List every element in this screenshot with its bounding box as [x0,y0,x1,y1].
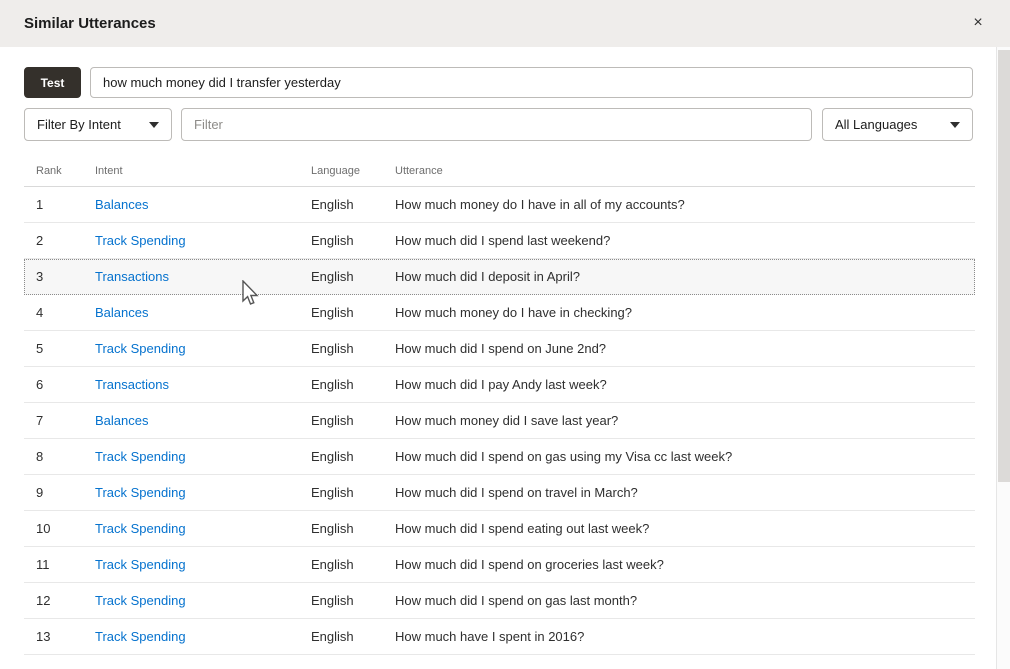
utterance-cell: How much did I spend last weekend? [395,233,610,248]
language-cell: English [311,233,354,248]
table-row[interactable]: 6 Transactions English How much did I pa… [24,367,975,403]
filter-input[interactable] [181,108,812,141]
utterance-cell: How much money do I have in checking? [395,305,632,320]
table-row[interactable]: 4 Balances English How much money do I h… [24,295,975,331]
language-cell: English [311,413,354,428]
close-icon[interactable]: × [968,13,988,33]
filter-by-intent-label: Filter By Intent [37,117,121,132]
intent-link[interactable]: Track Spending [95,593,186,608]
language-dropdown[interactable]: All Languages [822,108,973,141]
rank-cell: 1 [36,197,43,212]
utterance-cell: How much have I spent in 2016? [395,629,584,644]
intent-link[interactable]: Track Spending [95,557,186,572]
utterance-cell: How much did I spend on gas last month? [395,593,637,608]
language-cell: English [311,377,354,392]
filter-by-intent-dropdown[interactable]: Filter By Intent [24,108,172,141]
rank-cell: 7 [36,413,43,428]
utterance-cell: How much did I spend on June 2nd? [395,341,606,356]
table-row[interactable]: 1 Balances English How much money do I h… [24,187,975,223]
table-body: 1 Balances English How much money do I h… [24,187,975,655]
rank-cell: 11 [36,557,50,572]
utterance-cell: How much did I spend eating out last wee… [395,521,649,536]
table-row[interactable]: 9 Track Spending English How much did I … [24,475,975,511]
table-row[interactable]: 12 Track Spending English How much did I… [24,583,975,619]
utterance-cell: How much did I spend on travel in March? [395,485,638,500]
table-row[interactable]: 8 Track Spending English How much did I … [24,439,975,475]
utterance-cell: How much did I deposit in April? [395,269,580,284]
rank-cell: 6 [36,377,43,392]
column-header-rank: Rank [36,165,62,177]
language-cell: English [311,197,354,212]
rank-cell: 13 [36,629,50,644]
table-row[interactable]: 2 Track Spending English How much did I … [24,223,975,259]
language-dropdown-label: All Languages [835,117,917,132]
chevron-down-icon [950,122,960,128]
table-row[interactable]: 13 Track Spending English How much have … [24,619,975,655]
test-button[interactable]: Test [24,67,81,98]
language-cell: English [311,557,354,572]
dialog-header: Similar Utterances [0,0,1010,47]
intent-link[interactable]: Track Spending [95,485,186,500]
intent-link[interactable]: Track Spending [95,449,186,464]
table-row[interactable]: 7 Balances English How much money did I … [24,403,975,439]
intent-link[interactable]: Transactions [95,269,169,284]
test-utterance-input[interactable] [90,67,973,98]
rank-cell: 3 [36,269,43,284]
utterance-cell: How much did I spend on gas using my Vis… [395,449,732,464]
similar-utterances-table: Rank Intent Language Utterance 1 Balance… [24,157,975,655]
utterance-cell: How much money did I save last year? [395,413,618,428]
rank-cell: 2 [36,233,43,248]
intent-link[interactable]: Balances [95,305,148,320]
language-cell: English [311,629,354,644]
rank-cell: 4 [36,305,43,320]
intent-link[interactable]: Track Spending [95,233,186,248]
intent-link[interactable]: Transactions [95,377,169,392]
language-cell: English [311,521,354,536]
column-header-language: Language [311,165,360,177]
intent-link[interactable]: Track Spending [95,629,186,644]
language-cell: English [311,449,354,464]
vertical-scrollbar-thumb[interactable] [998,50,1010,482]
column-header-intent: Intent [95,165,123,177]
table-row[interactable]: 3 Transactions English How much did I de… [24,259,975,295]
utterance-cell: How much did I pay Andy last week? [395,377,607,392]
vertical-scrollbar-track[interactable] [996,47,1010,669]
dialog-title: Similar Utterances [24,15,156,32]
rank-cell: 9 [36,485,43,500]
intent-link[interactable]: Balances [95,413,148,428]
language-cell: English [311,341,354,356]
chevron-down-icon [149,122,159,128]
rank-cell: 10 [36,521,50,536]
utterance-cell: How much did I spend on groceries last w… [395,557,664,572]
table-row[interactable]: 10 Track Spending English How much did I… [24,511,975,547]
rank-cell: 8 [36,449,43,464]
column-header-utterance: Utterance [395,165,443,177]
table-row[interactable]: 5 Track Spending English How much did I … [24,331,975,367]
similar-utterances-dialog: { "dialog": { "title": "Similar Utteranc… [0,0,1010,669]
language-cell: English [311,305,354,320]
intent-link[interactable]: Track Spending [95,341,186,356]
table-header-row: Rank Intent Language Utterance [24,157,975,187]
language-cell: English [311,485,354,500]
rank-cell: 12 [36,593,50,608]
language-cell: English [311,269,354,284]
language-cell: English [311,593,354,608]
rank-cell: 5 [36,341,43,356]
table-row[interactable]: 11 Track Spending English How much did I… [24,547,975,583]
utterance-cell: How much money do I have in all of my ac… [395,197,685,212]
intent-link[interactable]: Track Spending [95,521,186,536]
intent-link[interactable]: Balances [95,197,148,212]
